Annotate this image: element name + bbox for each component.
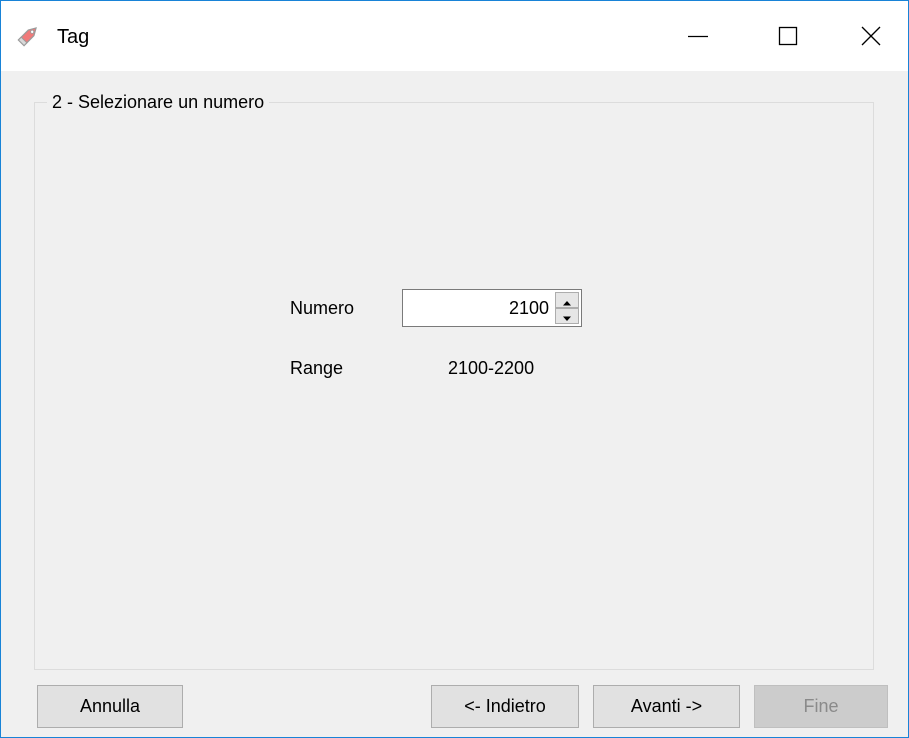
fine-button[interactable]: Fine	[754, 685, 888, 728]
tag-icon	[15, 21, 43, 49]
annulla-button[interactable]: Annulla	[37, 685, 183, 728]
minimize-button[interactable]	[653, 1, 743, 71]
range-label: Range	[290, 358, 344, 378]
window-title: Tag	[57, 26, 90, 48]
numero-input[interactable]	[403, 290, 553, 326]
title-bar[interactable]: Tag	[1, 1, 908, 71]
close-button[interactable]	[833, 1, 908, 71]
minimize-icon	[687, 25, 709, 47]
numero-stepper[interactable]	[402, 289, 582, 327]
step-groupbox: 2 - Selezionare un numero Numero 2100 Ra…	[34, 89, 874, 670]
client-area: 2 - Selezionare un numero Numero 2100 Ra…	[1, 71, 908, 737]
spin-buttons	[555, 292, 579, 324]
wizard-window: Tag 2 - Selezionare un numero Numero 210…	[0, 0, 909, 738]
maximize-button[interactable]	[743, 1, 833, 71]
numero-label: Numero	[290, 298, 355, 318]
avanti-button[interactable]: Avanti ->	[593, 685, 740, 728]
arrow-down-icon	[562, 306, 572, 327]
step-title: 2 - Selezionare un numero	[47, 89, 270, 115]
close-icon	[860, 25, 882, 47]
maximize-icon	[777, 25, 799, 47]
range-value: 2100-2200	[448, 358, 535, 378]
indietro-button[interactable]: <- Indietro	[431, 685, 579, 728]
spin-down-button[interactable]	[555, 308, 579, 324]
